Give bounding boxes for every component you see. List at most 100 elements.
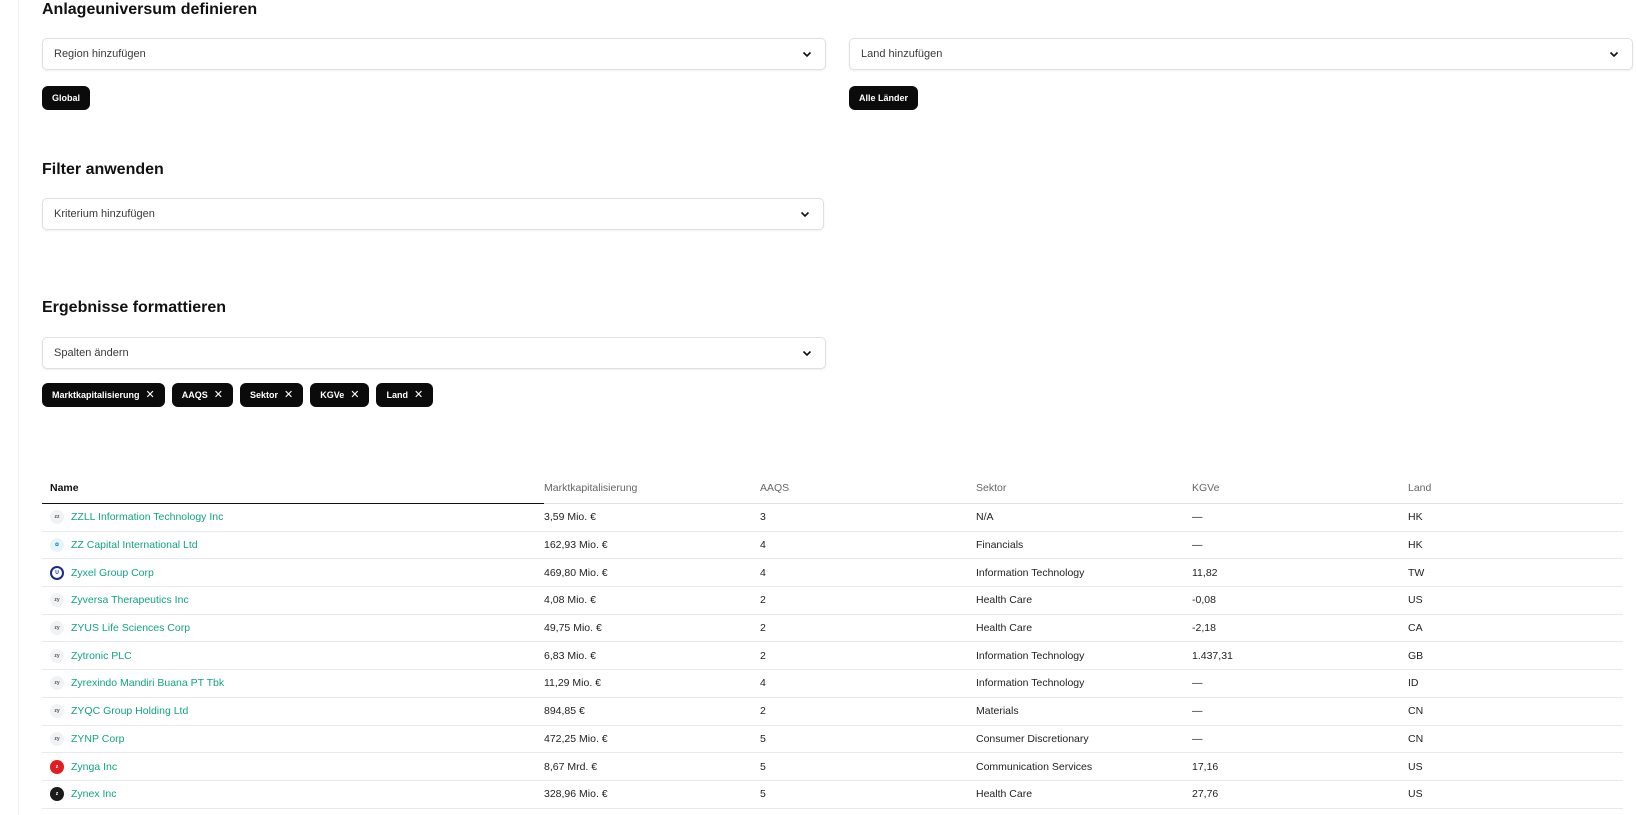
cell-aaqs: 4: [760, 531, 976, 560]
filter-heading: Filter anwenden: [42, 161, 164, 178]
columns-select-placeholder: Spalten ändern: [54, 347, 129, 359]
cell-market-cap: 3,59 Mio. €: [544, 503, 760, 532]
column-chip[interactable]: Marktkapitalisierung ✕: [42, 383, 165, 407]
company-link[interactable]: Zyrexindo Mandiri Buana PT Tbk: [71, 677, 224, 689]
cell-land: CN: [1408, 725, 1623, 754]
company-link[interactable]: Zytronic PLC: [71, 650, 132, 662]
left-border: [18, 0, 19, 815]
company-logo-icon: U: [50, 565, 64, 580]
cell-market-cap: 472,25 Mio. €: [544, 725, 760, 754]
column-chip-label: Marktkapitalisierung: [52, 390, 140, 400]
company-logo-icon: zy: [50, 621, 64, 636]
cell-kgve: —: [1192, 697, 1408, 726]
cell-kgve: -2,18: [1192, 614, 1408, 643]
table-row: ✿ ZZ Capital International Ltd 162,93 Mio.…: [42, 531, 1623, 560]
table-row: zy Zyversa Therapeutics Inc 4,08 Mio. €2 He…: [42, 586, 1623, 615]
table-row: z Zynga Inc 8,67 Mrd. €5 Communication Serv…: [42, 752, 1623, 781]
region-select-placeholder: Region hinzufügen: [54, 48, 146, 60]
cell-kgve: —: [1192, 531, 1408, 560]
country-chip-all[interactable]: Alle Länder: [849, 86, 919, 110]
cell-kgve: 11,82: [1192, 558, 1408, 588]
column-chip-label: Land: [386, 390, 408, 400]
company-link[interactable]: Zynex Inc: [71, 788, 117, 800]
close-icon[interactable]: ✕: [214, 389, 223, 401]
table-row: U Zyxel Group Corp 469,80 Mio. €4 Informati…: [42, 558, 1623, 588]
column-chip[interactable]: KGVe ✕: [310, 383, 370, 407]
company-link[interactable]: ZYNP Corp: [71, 733, 125, 745]
column-header-market-cap[interactable]: Marktkapitalisierung: [544, 473, 760, 504]
cell-name: ✿ ZZ Capital International Ltd: [42, 531, 544, 560]
cell-market-cap: 6,83 Mio. €: [544, 641, 760, 671]
company-link[interactable]: ZZLL Information Technology Inc: [71, 511, 223, 523]
cell-sector: Health Care: [976, 614, 1192, 643]
company-link[interactable]: Zyxel Group Corp: [71, 567, 154, 579]
cell-sector: Health Care: [976, 780, 1192, 809]
cell-aaqs: 5: [760, 780, 976, 809]
cell-aaqs: 2: [760, 614, 976, 643]
table-row: zy ZYQC Group Holding Ltd 894,85 €2 Materia…: [42, 697, 1623, 726]
cell-sector: Materials: [976, 697, 1192, 726]
region-select[interactable]: Region hinzufügen: [42, 38, 826, 70]
table-row: zy ZYNP Corp 472,25 Mio. €5 Consumer Discre…: [42, 725, 1623, 754]
column-header-kgve[interactable]: KGVe: [1192, 473, 1408, 504]
cell-sector: N/A: [976, 503, 1192, 532]
close-icon[interactable]: ✕: [146, 389, 155, 401]
table-row: zy Zyrexindo Mandiri Buana PT Tbk 11,29 Mi…: [42, 669, 1623, 698]
cell-name: zy ZYQC Group Holding Ltd: [42, 697, 544, 726]
cell-sector: Information Technology: [976, 641, 1192, 671]
company-link[interactable]: ZYQC Group Holding Ltd: [71, 705, 188, 717]
cell-market-cap: 894,85 €: [544, 697, 760, 726]
cell-market-cap: 49,75 Mio. €: [544, 614, 760, 643]
format-heading: Ergebnisse formattieren: [42, 299, 227, 316]
column-header-name[interactable]: Name: [42, 473, 544, 504]
company-logo-icon: zy: [50, 593, 64, 608]
company-link[interactable]: ZZ Capital International Ltd: [71, 539, 198, 551]
criterion-select-placeholder: Kriterium hinzufügen: [54, 208, 155, 220]
cell-aaqs: 4: [760, 558, 976, 588]
close-icon[interactable]: ✕: [350, 389, 359, 401]
cell-kgve: -0,08: [1192, 586, 1408, 615]
close-icon[interactable]: ✕: [284, 389, 293, 401]
cell-land: US: [1408, 752, 1623, 781]
cell-sector: Information Technology: [976, 558, 1192, 588]
cell-land: TW: [1408, 558, 1623, 588]
cell-land: US: [1408, 586, 1623, 615]
cell-land: HK: [1408, 531, 1623, 560]
cell-market-cap: 328,96 Mio. €: [544, 780, 760, 809]
company-logo-icon: zy: [50, 731, 64, 746]
close-icon[interactable]: ✕: [414, 389, 423, 401]
criterion-select[interactable]: Kriterium hinzufügen: [42, 198, 824, 230]
columns-select[interactable]: Spalten ändern: [42, 337, 826, 369]
column-chip[interactable]: Sektor ✕: [239, 383, 304, 407]
cell-sector: Consumer Discretionary: [976, 725, 1192, 754]
column-header-sector[interactable]: Sektor: [976, 473, 1192, 504]
cell-sector: Financials: [976, 531, 1192, 560]
cell-name: zy Zytronic PLC: [42, 641, 544, 671]
column-chip-label: AAQS: [181, 390, 208, 400]
cell-market-cap: 162,93 Mio. €: [544, 531, 760, 560]
cell-sector: Communication Services: [976, 752, 1192, 781]
company-link[interactable]: Zynga Inc: [71, 761, 117, 773]
cell-name: zy Zyrexindo Mandiri Buana PT Tbk: [42, 669, 544, 698]
column-chip[interactable]: AAQS ✕: [171, 383, 233, 407]
country-select[interactable]: Land hinzufügen: [849, 38, 1633, 70]
cell-aaqs: 2: [760, 641, 976, 671]
cell-name: zy Zyversa Therapeutics Inc: [42, 586, 544, 615]
cell-land: US: [1408, 780, 1623, 809]
company-logo-icon: z: [50, 787, 64, 802]
column-chip[interactable]: Land ✕: [376, 383, 434, 407]
region-chip-global[interactable]: Global: [42, 86, 91, 110]
cell-name: zz ZZLL Information Technology Inc: [42, 503, 544, 532]
cell-aaqs: 4: [760, 669, 976, 698]
table-row: zz ZZLL Information Technology Inc 3,59 Mi…: [42, 503, 1623, 532]
company-logo-icon: z: [50, 759, 64, 774]
column-header-aaqs[interactable]: AAQS: [760, 473, 976, 504]
cell-kgve: 17,16: [1192, 752, 1408, 781]
company-logo-icon: ✿: [50, 538, 64, 553]
company-link[interactable]: ZYUS Life Sciences Corp: [71, 622, 190, 634]
column-header-land[interactable]: Land: [1408, 473, 1623, 504]
results-table: Name Marktkapitalisierung AAQS Sektor KG…: [42, 473, 1623, 809]
company-link[interactable]: Zyversa Therapeutics Inc: [71, 594, 189, 606]
cell-name: z Zynex Inc: [42, 780, 544, 809]
cell-name: U Zyxel Group Corp: [42, 558, 544, 588]
